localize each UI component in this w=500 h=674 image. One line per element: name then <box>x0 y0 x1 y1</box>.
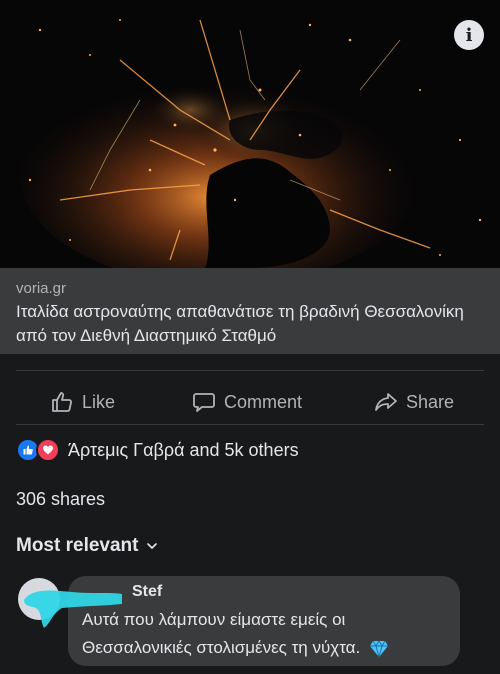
share-label: Share <box>406 391 455 412</box>
comment-icon <box>193 393 215 412</box>
redaction-mark <box>24 590 122 628</box>
comment-author[interactable]: Stef <box>132 583 162 601</box>
comment-text: Αυτά που λάμπουν είμαστε εμείς οι Θεσσαλ… <box>82 606 452 662</box>
divider <box>16 370 484 371</box>
like-label: Like <box>82 391 116 412</box>
link-domain: voria.gr <box>16 280 67 297</box>
comment-button[interactable]: Comment <box>192 380 302 424</box>
facebook-post: i voria.gr Ιταλίδα αστροναύτης απαθανάτι… <box>0 0 500 674</box>
like-button[interactable]: Like <box>50 380 115 424</box>
shares-count[interactable]: 306 shares <box>16 489 105 510</box>
link-title[interactable]: Ιταλίδα αστροναύτης απαθανάτισε τη βραδι… <box>16 300 488 348</box>
comment-bubble: Stef Αυτά που λάμπουν είμαστε εμείς οι Θ… <box>68 576 460 666</box>
info-icon[interactable]: i <box>454 20 484 50</box>
comment-body: Αυτά που λάμπουν είμαστε εμείς οι Θεσσαλ… <box>82 610 361 657</box>
gem-icon <box>369 639 388 658</box>
share-button[interactable]: Share <box>374 380 454 424</box>
share-icon <box>375 393 397 411</box>
reactions-text: Άρτεμις Γαβρά and 5k others <box>68 439 299 460</box>
action-bar: Like Comment Share <box>0 380 500 424</box>
night-city-image <box>0 0 500 268</box>
post-photo[interactable]: i <box>0 0 500 268</box>
chevron-down-icon <box>147 543 158 549</box>
reactions-summary[interactable]: Άρτεμις Γαβρά and 5k others <box>16 438 299 462</box>
link-preview[interactable]: voria.gr Ιταλίδα αστροναύτης απαθανάτισε… <box>0 268 500 354</box>
love-reaction-icon <box>36 438 60 462</box>
comment-sort-dropdown[interactable]: Most relevant <box>16 535 158 557</box>
divider <box>16 424 484 425</box>
comment-label: Comment <box>224 391 303 412</box>
sort-label: Most relevant <box>16 535 139 556</box>
thumbs-up-icon <box>52 392 72 412</box>
